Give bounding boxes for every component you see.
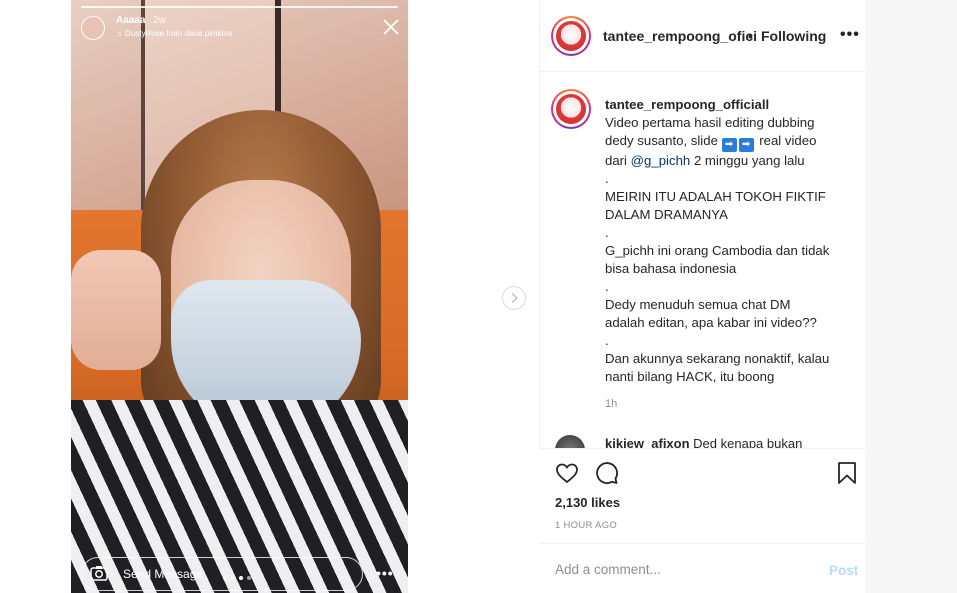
avatar-logo [556,21,586,51]
story-avatar[interactable] [81,16,105,40]
caption-text: dedy susanto, slide [605,133,718,148]
post-caption: tantee_rempoong_officiall Video pertama … [605,96,850,386]
chevron-right-icon[interactable] [502,286,526,310]
speech-bubble-icon[interactable] [595,461,619,485]
post-timestamp[interactable]: 1 HOUR AGO [555,520,617,531]
avatar-ring-inner [553,91,589,127]
story-progress-bar [81,6,398,8]
caption-line: MEIRIN ITU ADALAH TOKOH FIKTIF [605,189,826,204]
caption-line: bisa bahasa indonesia [605,261,737,276]
close-icon[interactable] [382,18,400,36]
music-note-icon: ♫ [116,29,122,38]
caption-line: DALAM DRAMANYA [605,207,728,222]
caption-line: Video pertama hasil editing dubbing [605,115,815,130]
caption-text: real video [759,133,817,148]
right-gutter [865,0,957,593]
story-timestamp: 2w [153,15,166,26]
caption-line: adalah editan, apa kabar ini video?? [605,315,817,330]
caption-username[interactable]: tantee_rempoong_officiall [605,96,850,114]
slide-dot [223,576,227,580]
arrow-right-icon: ➡ [738,138,754,152]
story-viewer[interactable] [71,0,408,593]
caption-line: . [605,225,609,240]
caption-text: dari [605,153,627,168]
caption-line: . [605,171,609,186]
story-music-text: DustyRose from daria.pimkina [125,29,233,38]
avatar-logo [556,94,586,124]
caption-line: dedy susanto, slide ➡ ➡ real video [605,132,850,152]
more-horizontal-icon[interactable]: ••• [376,565,394,581]
slide-dot-active [239,576,243,580]
caption-timestamp[interactable]: 1h [605,398,617,410]
caption-line: nanti bilang HACK, itu boong [605,369,775,384]
caption-text: 2 minggu yang lalu [693,153,805,168]
add-comment-input[interactable] [555,562,805,577]
slide-dot [231,576,235,580]
send-message-input[interactable]: Send Message [123,567,203,581]
header-separator: • [748,28,753,44]
caption-line: . [605,333,609,348]
story-slide-dots [223,576,251,580]
caption-line: G_pichh ini orang Cambodia dan tidak [605,243,830,258]
post-comment-button[interactable]: Post [829,563,858,578]
heart-icon[interactable] [555,461,579,485]
following-button[interactable]: Following [761,28,826,44]
avatar-ring-inner [553,18,589,54]
caption-line: dari @g_pichh 2 minggu yang lalu [605,152,850,170]
slide-dot [247,576,251,580]
mention-link[interactable]: @g_pichh [631,153,691,168]
likes-count[interactable]: 2,130 likes [555,495,620,510]
bookmark-icon[interactable] [835,461,859,485]
more-horizontal-icon[interactable]: ••• [840,26,860,44]
header-avatar[interactable] [551,16,591,56]
caption-avatar[interactable] [551,89,591,129]
caption-line: Dedy menuduh semua chat DM [605,297,791,312]
camera-icon[interactable] [90,565,108,581]
story-music-label[interactable]: ♫ DustyRose from daria.pimkina [116,29,232,38]
story-image-hand [71,250,161,370]
caption-line: . [605,279,609,294]
story-username[interactable]: Aaaaa [116,15,145,26]
header-username[interactable]: tantee_rempoong_ofici [603,28,757,44]
caption-line: Dan akunnya sekarang nonaktif, kalau [605,351,830,366]
arrow-right-icon: ➡ [721,138,737,152]
